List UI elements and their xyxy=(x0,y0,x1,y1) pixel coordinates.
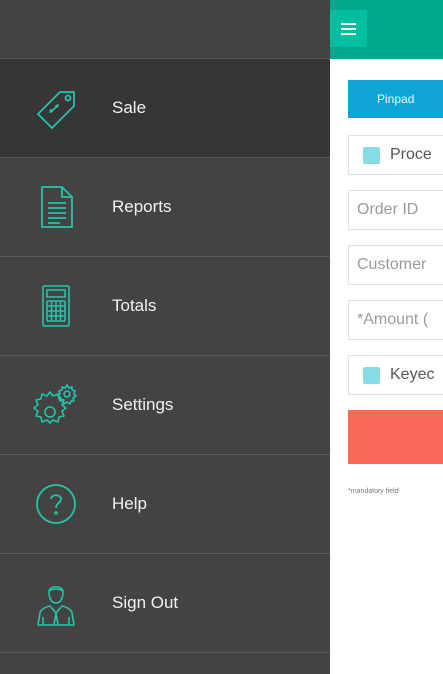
submit-button[interactable] xyxy=(348,410,443,464)
keyed-label: Keyec xyxy=(390,366,435,383)
keyed-checkbox[interactable] xyxy=(363,366,380,384)
sidebar-item-label: Reports xyxy=(112,197,172,216)
top-bar xyxy=(330,0,443,59)
order-id-placeholder: Order ID xyxy=(357,201,419,218)
user-icon xyxy=(32,579,80,627)
pinpad-button[interactable]: Pinpad xyxy=(348,80,443,118)
sidebar-item-totals[interactable]: Totals xyxy=(0,257,330,356)
mandatory-note: *mandatory field xyxy=(348,488,399,495)
customer-placeholder: Customer xyxy=(357,256,427,273)
customer-field[interactable]: Customer xyxy=(348,245,443,285)
question-circle-icon xyxy=(32,480,80,528)
sidebar-header xyxy=(0,0,330,59)
process-checkbox-row[interactable]: Proce xyxy=(348,135,443,175)
process-checkbox[interactable] xyxy=(363,146,380,164)
sidebar-item-label: Help xyxy=(112,494,147,513)
document-icon xyxy=(32,183,80,231)
main-content: Pinpad Proce Order ID Customer *Amount (… xyxy=(330,0,443,674)
gears-icon xyxy=(32,381,80,429)
sidebar-item-label: Sale xyxy=(112,98,147,117)
price-tag-icon xyxy=(32,84,80,132)
sidebar-item-reports[interactable]: Reports xyxy=(0,158,330,257)
sidebar-item-help[interactable]: Help xyxy=(0,455,330,554)
sidebar-item-settings[interactable]: Settings xyxy=(0,356,330,455)
amount-placeholder: *Amount ( xyxy=(357,311,429,328)
calculator-icon xyxy=(32,282,80,330)
sidebar: Sale Reports Totals Settings Help Sign O… xyxy=(0,0,330,674)
sidebar-item-label: Sign Out xyxy=(112,593,179,612)
sidebar-item-label: Settings xyxy=(112,395,174,414)
order-id-field[interactable]: Order ID xyxy=(348,190,443,230)
sidebar-item-sign-out[interactable]: Sign Out xyxy=(0,554,330,653)
hamburger-icon[interactable] xyxy=(330,10,367,47)
sidebar-item-label: Totals xyxy=(112,296,157,315)
keyed-checkbox-row[interactable]: Keyec xyxy=(348,355,443,395)
process-label: Proce xyxy=(390,146,432,163)
sidebar-item-sale[interactable]: Sale xyxy=(0,59,330,158)
amount-field[interactable]: *Amount ( xyxy=(348,300,443,340)
